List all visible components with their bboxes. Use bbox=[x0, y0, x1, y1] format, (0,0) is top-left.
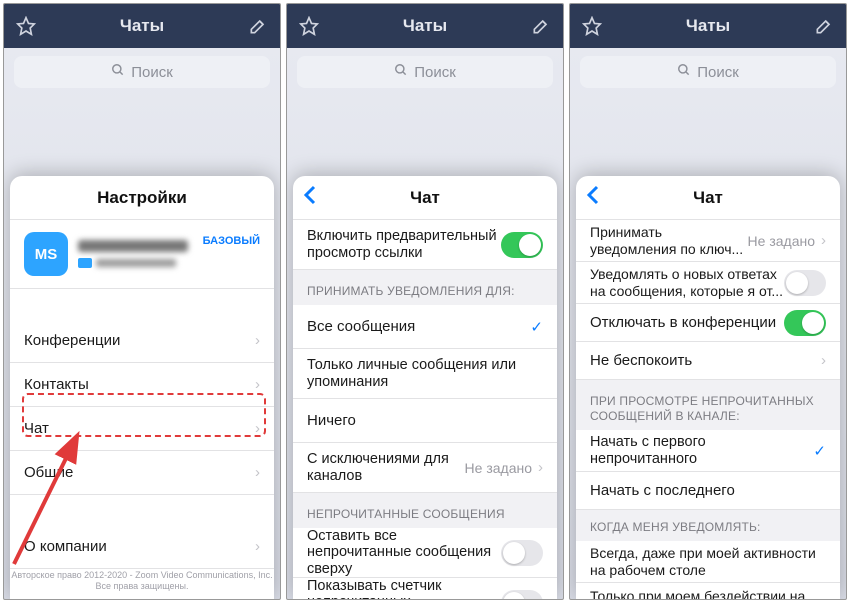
row-channel-exceptions[interactable]: С исключениями для каналов Не задано › bbox=[293, 443, 557, 493]
row-dm-mentions[interactable]: Только личные сообщения или упоминания bbox=[293, 349, 557, 399]
search-input[interactable]: Поиск bbox=[297, 56, 553, 88]
check-icon: ✓ bbox=[813, 442, 826, 460]
search-icon bbox=[677, 63, 691, 81]
chevron-right-icon: › bbox=[255, 420, 260, 437]
back-button[interactable] bbox=[586, 185, 600, 210]
profile-email-blurred bbox=[78, 258, 193, 268]
navbar: Чаты bbox=[570, 4, 846, 48]
nav-title: Чаты bbox=[686, 16, 730, 36]
toggle-on[interactable] bbox=[501, 232, 543, 258]
chat-settings-sheet: Чат Включить предварительный просмотр сс… bbox=[293, 176, 557, 599]
chevron-right-icon: › bbox=[255, 376, 260, 393]
nav-title: Чаты bbox=[403, 16, 447, 36]
row-keyword-notify[interactable]: Принимать уведомления по ключ... Не зада… bbox=[576, 220, 840, 262]
menu-item-chat[interactable]: Чат › bbox=[10, 407, 274, 451]
row-dnd[interactable]: Не беспокоить › bbox=[576, 342, 840, 380]
search-placeholder: Поиск bbox=[414, 64, 456, 81]
screen-settings: Чаты Поиск Настройки MS БАЗОВЫЙ bbox=[3, 3, 281, 600]
row-idle[interactable]: Только при моем бездействии на рабочем с… bbox=[576, 583, 840, 600]
chevron-right-icon: › bbox=[255, 538, 260, 555]
compose-icon[interactable] bbox=[248, 16, 268, 36]
sheet-title: Чат bbox=[410, 188, 440, 208]
menu-item-about[interactable]: О компании › bbox=[10, 525, 274, 569]
row-from-last[interactable]: Начать с последнего bbox=[576, 472, 840, 510]
check-icon: ✓ bbox=[813, 595, 826, 600]
profile-name-blurred bbox=[78, 240, 188, 252]
star-icon[interactable] bbox=[299, 16, 319, 36]
section-header: ПРИНИМАТЬ УВЕДОМЛЕНИЯ ДЛЯ: bbox=[293, 270, 557, 305]
navbar: Чаты bbox=[287, 4, 563, 48]
row-reply-notify[interactable]: Уведомлять о новых ответах на сообщения,… bbox=[576, 262, 840, 304]
copyright: Авторское право 2012-2020 - Zoom Video C… bbox=[10, 570, 274, 593]
search-placeholder: Поиск bbox=[131, 64, 173, 81]
row-all-messages[interactable]: Все сообщения ✓ bbox=[293, 305, 557, 349]
row-from-first[interactable]: Начать с первого непрочитанного ✓ bbox=[576, 430, 840, 472]
row-show-counter[interactable]: Показывать счетчик непрочитанных сообщен… bbox=[293, 578, 557, 600]
screen-chat-2: Чаты Поиск Чат Принимать уведомления по … bbox=[569, 3, 847, 600]
search-icon bbox=[111, 63, 125, 81]
nav-title: Чаты bbox=[120, 16, 164, 36]
avatar: MS bbox=[24, 232, 68, 276]
chevron-right-icon: › bbox=[255, 464, 260, 481]
toggle-off[interactable] bbox=[501, 540, 543, 566]
compose-icon[interactable] bbox=[814, 16, 834, 36]
navbar: Чаты bbox=[4, 4, 280, 48]
star-icon[interactable] bbox=[582, 16, 602, 36]
screen-chat-1: Чаты Поиск Чат Включить предварительный … bbox=[286, 3, 564, 600]
section-header: ПРИ ПРОСМОТРЕ НЕПРОЧИТАННЫХ СООБЩЕНИЙ В … bbox=[576, 380, 840, 430]
section-header: КОГДА МЕНЯ УВЕДОМЛЯТЬ: bbox=[576, 510, 840, 541]
row-mute-conference[interactable]: Отключать в конференции bbox=[576, 304, 840, 342]
menu-item-conferences[interactable]: Конференции › bbox=[10, 319, 274, 363]
row-keep-top[interactable]: Оставить все непрочитанные сообщения све… bbox=[293, 528, 557, 578]
chat-settings-sheet: Чат Принимать уведомления по ключ... Не … bbox=[576, 176, 840, 599]
search-placeholder: Поиск bbox=[697, 64, 739, 81]
search-icon bbox=[394, 63, 408, 81]
chevron-right-icon: › bbox=[255, 332, 260, 349]
search-input[interactable]: Поиск bbox=[580, 56, 836, 88]
chevron-right-icon: › bbox=[821, 232, 826, 249]
back-button[interactable] bbox=[303, 185, 317, 210]
settings-sheet: Настройки MS БАЗОВЫЙ Конференции › Конта… bbox=[10, 176, 274, 599]
menu-item-general[interactable]: Общие › bbox=[10, 451, 274, 495]
check-icon: ✓ bbox=[530, 318, 543, 336]
search-input[interactable]: Поиск bbox=[14, 56, 270, 88]
chevron-right-icon: › bbox=[821, 352, 826, 369]
toggle-off[interactable] bbox=[784, 270, 826, 296]
row-always[interactable]: Всегда, даже при моей активности на рабо… bbox=[576, 541, 840, 583]
chevron-right-icon: › bbox=[538, 459, 543, 476]
sheet-title: Чат bbox=[693, 188, 723, 208]
profile-row[interactable]: MS БАЗОВЫЙ bbox=[10, 220, 274, 289]
plan-badge: БАЗОВЫЙ bbox=[203, 235, 260, 247]
menu-item-contacts[interactable]: Контакты › bbox=[10, 363, 274, 407]
row-nothing[interactable]: Ничего bbox=[293, 399, 557, 443]
section-header: НЕПРОЧИТАННЫЕ СООБЩЕНИЯ bbox=[293, 493, 557, 528]
compose-icon[interactable] bbox=[531, 16, 551, 36]
sheet-title: Настройки bbox=[97, 188, 187, 208]
toggle-on[interactable] bbox=[784, 310, 826, 336]
star-icon[interactable] bbox=[16, 16, 36, 36]
toggle-off[interactable] bbox=[501, 590, 543, 601]
row-link-preview[interactable]: Включить предварительный просмотр ссылки bbox=[293, 220, 557, 270]
